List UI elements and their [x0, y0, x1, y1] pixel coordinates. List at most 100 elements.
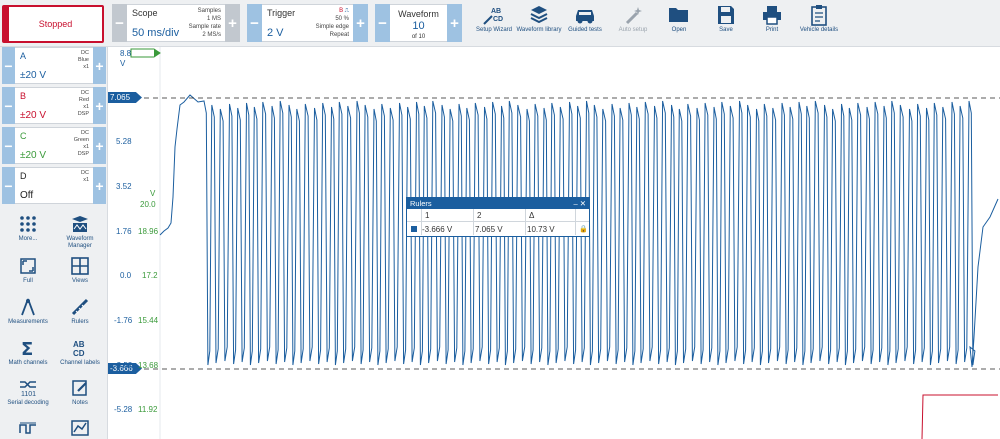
channel-a-increase-button[interactable]: +	[93, 47, 106, 84]
channel-a-decrease-button[interactable]: −	[2, 47, 15, 84]
minimize-icon[interactable]: –	[573, 199, 577, 208]
notes-icon	[72, 380, 87, 396]
trigger-increase-button[interactable]: +	[353, 4, 368, 42]
notes-label: Notes	[72, 400, 88, 406]
rulers-button[interactable]: Rulers	[54, 297, 106, 335]
channel-c-dsp[interactable]: DSP	[74, 151, 89, 158]
rising-edge-icon: ⎍	[344, 8, 349, 14]
channel-b-range[interactable]: ±20 V	[20, 110, 46, 121]
ruler-hi-value: 7.065	[110, 93, 131, 102]
math-channels-button[interactable]: Σ Math channels	[2, 338, 54, 376]
ruler-value-2: 7.065 V	[475, 225, 503, 234]
channel-b-coupling[interactable]: DC	[78, 90, 89, 97]
ruler-hi-tag[interactable]: 7.065	[108, 92, 142, 103]
timebase-increase-button[interactable]: +	[225, 4, 240, 42]
channel-c-probe[interactable]: x1	[74, 144, 89, 151]
setup-wizard-icon: ABCD	[483, 8, 503, 25]
channel-c-name: C	[20, 131, 27, 141]
y-tick-a: -1.76	[114, 316, 133, 325]
waveform-number[interactable]: 10	[391, 20, 446, 32]
ruler-header-1: 1	[425, 211, 430, 220]
channel-d-control: − D DC x1 Off +	[2, 167, 106, 204]
trigger-decrease-button[interactable]: −	[247, 4, 262, 42]
timebase-value[interactable]: 50 ms/div	[132, 27, 179, 39]
channel-d-decrease-button[interactable]: −	[2, 167, 15, 204]
waveform-manager-button[interactable]: Waveform Manager	[54, 214, 106, 252]
trigger-source[interactable]: B	[339, 8, 343, 14]
y-tick-c: 20.0	[140, 200, 156, 209]
trigger-level[interactable]: 50 %	[316, 15, 349, 23]
car-icon	[576, 10, 594, 24]
lock-icon[interactable]: 🔒	[579, 225, 588, 233]
run-stop-button[interactable]: Stopped	[2, 5, 104, 43]
vehicle-details-button[interactable]: Vehicle details	[791, 4, 847, 44]
samples-value[interactable]: 1 MS	[189, 15, 221, 23]
channel-c-increase-button[interactable]: +	[93, 127, 106, 164]
measurements-button[interactable]: Measurements	[2, 297, 54, 335]
trigger-type[interactable]: Simple edge	[316, 23, 349, 31]
ruler-header-2: 2	[477, 211, 482, 220]
chart-button[interactable]	[54, 419, 106, 439]
channel-d-range[interactable]: Off	[20, 190, 33, 201]
close-icon[interactable]: ✕	[580, 199, 586, 208]
channel-b-probe[interactable]: x1	[78, 104, 89, 111]
rulers-panel[interactable]: Rulers – ✕ 1 2 Δ -3.666 V 7.065 V 10.73 …	[406, 197, 590, 237]
channel-d-probe[interactable]: x1	[81, 177, 89, 184]
channel-b-dsp[interactable]: DSP	[78, 111, 89, 118]
notes-button[interactable]: Notes	[54, 378, 106, 416]
axis-unit-c: V	[150, 189, 156, 198]
waveform-graph[interactable]	[108, 47, 1000, 439]
save-icon	[718, 6, 734, 24]
y-tick-a: 5.28	[116, 137, 132, 146]
more-button[interactable]: More...	[2, 214, 54, 252]
fullscreen-icon	[20, 258, 36, 274]
timebase-decrease-button[interactable]: −	[112, 4, 127, 42]
channel-c-range[interactable]: ±20 V	[20, 150, 46, 161]
scope-title: Scope	[132, 8, 158, 18]
channel-a-name: A	[20, 51, 27, 61]
trigger-title: Trigger	[267, 8, 296, 18]
channel-c-coupling[interactable]: DC	[74, 130, 89, 137]
svg-text:AB: AB	[491, 8, 501, 15]
svg-text:Σ: Σ	[21, 339, 33, 358]
views-button[interactable]: Views	[54, 256, 106, 294]
samples-label: Samples	[197, 8, 221, 14]
channel-b-increase-button[interactable]: +	[93, 87, 106, 124]
full-button[interactable]: Full	[2, 256, 54, 294]
channel-a-probe[interactable]: x1	[78, 64, 89, 71]
trigger-mode[interactable]: Repeat	[316, 31, 349, 39]
channel-b-decrease-button[interactable]: −	[2, 87, 15, 124]
channel-labels-button[interactable]: AB CD Channel labels	[54, 338, 106, 376]
channel-d-increase-button[interactable]: +	[93, 167, 106, 204]
trigger-marker-icon[interactable]	[154, 49, 160, 57]
y-tick-a: -5.28	[114, 405, 133, 414]
clipboard-icon	[811, 5, 827, 26]
y-tick-a: -3.52	[114, 361, 133, 370]
channel-a-range[interactable]: ±20 V	[20, 70, 46, 81]
waveform-title: Waveform	[398, 9, 439, 19]
waveform-next-button[interactable]: +	[447, 4, 462, 42]
measurements-icon	[21, 298, 35, 316]
waveform-previous-button[interactable]: −	[375, 4, 390, 42]
channel-a-coupling[interactable]: DC	[78, 50, 89, 57]
channel-d-coupling[interactable]: DC	[81, 170, 89, 177]
filter-button[interactable]	[2, 419, 54, 439]
math-channels-label: Math channels	[8, 360, 48, 366]
y-tick-c: 15.44	[138, 316, 159, 325]
rulers-panel-title: Rulers	[410, 199, 432, 208]
channel-b-trace	[921, 394, 998, 439]
waveform-manager-icon	[72, 216, 88, 232]
channel-b-name: B	[20, 91, 27, 101]
waveform-manager-label: Waveform Manager	[66, 236, 94, 249]
y-tick-c: 17.2	[142, 271, 158, 280]
channel-c-decrease-button[interactable]: −	[2, 127, 15, 164]
serial-decoding-button[interactable]: 1101 Serial decoding	[2, 378, 54, 416]
trigger-threshold-value[interactable]: 2 V	[267, 27, 284, 39]
run-status-label: Stopped	[38, 19, 73, 29]
scope-display[interactable]: 8.8 V 7.065 -3.666 5.28 3.52 1.76 0.0 -1…	[108, 47, 1000, 439]
channel-b-control: − B DC Red x1 DSP ±20 V +	[2, 87, 106, 124]
waveform-library-icon	[530, 6, 548, 24]
more-icon	[20, 216, 36, 232]
svg-text:AB: AB	[73, 340, 85, 349]
channel-labels-icon: ABCD	[73, 340, 85, 358]
